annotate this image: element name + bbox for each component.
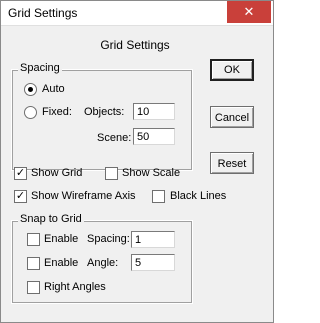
objects-label: Objects: xyxy=(84,106,125,118)
reset-button[interactable]: Reset xyxy=(210,152,254,174)
fixed-label[interactable]: Fixed: xyxy=(42,106,72,118)
dialog-body: Grid Settings Spacing Auto Fixed: Object… xyxy=(2,26,272,320)
title-bar[interactable]: Grid Settings ✕ xyxy=(1,1,273,26)
snap-legend: Snap to Grid xyxy=(18,213,84,225)
spacing-group: Spacing Auto Fixed: Objects: 10 Scene: 5… xyxy=(11,62,193,171)
show-grid-label[interactable]: Show Grid xyxy=(31,167,82,179)
snap-angle-label: Angle: xyxy=(87,257,119,269)
black-lines-label[interactable]: Black Lines xyxy=(170,190,226,202)
enable-angle-label[interactable]: Enable xyxy=(44,257,78,269)
close-button[interactable]: ✕ xyxy=(227,1,271,23)
ok-button[interactable]: OK xyxy=(210,59,254,81)
show-wireframe-axis-check-mark: ✓ xyxy=(15,190,26,202)
grid-settings-window: Grid Settings ✕ Grid Settings Spacing Au… xyxy=(0,0,274,323)
show-grid-checkbox[interactable]: ✓ xyxy=(14,167,27,180)
show-scale-label[interactable]: Show Scale xyxy=(122,167,180,179)
black-lines-checkbox[interactable] xyxy=(152,190,165,203)
cancel-button[interactable]: Cancel xyxy=(210,106,254,128)
show-grid-check-mark: ✓ xyxy=(15,167,26,179)
objects-input[interactable]: 10 xyxy=(133,103,175,120)
snap-spacing-label: Spacing: xyxy=(87,233,130,245)
fixed-radio[interactable] xyxy=(24,106,37,119)
window-title: Grid Settings xyxy=(8,6,78,20)
snap-to-grid-group: Snap to Grid Enable Spacing: 1 Enable An… xyxy=(11,213,193,304)
show-wireframe-axis-checkbox[interactable]: ✓ xyxy=(14,190,27,203)
snap-spacing-input[interactable]: 1 xyxy=(131,231,175,248)
spacing-legend: Spacing xyxy=(18,62,62,74)
close-icon: ✕ xyxy=(243,4,255,19)
enable-spacing-checkbox[interactable] xyxy=(27,233,40,246)
right-angles-checkbox[interactable] xyxy=(27,281,40,294)
right-angles-label[interactable]: Right Angles xyxy=(44,281,106,293)
dialog-heading: Grid Settings xyxy=(100,38,170,52)
scene-label: Scene: xyxy=(97,132,132,144)
auto-radio[interactable] xyxy=(24,83,37,96)
enable-spacing-label[interactable]: Enable xyxy=(44,233,78,245)
show-wireframe-axis-label[interactable]: Show Wireframe Axis xyxy=(31,190,136,202)
auto-label[interactable]: Auto xyxy=(42,83,65,95)
scene-input[interactable]: 50 xyxy=(133,128,175,145)
show-scale-checkbox[interactable] xyxy=(105,167,118,180)
enable-angle-checkbox[interactable] xyxy=(27,257,40,270)
snap-angle-input[interactable]: 5 xyxy=(131,254,175,271)
